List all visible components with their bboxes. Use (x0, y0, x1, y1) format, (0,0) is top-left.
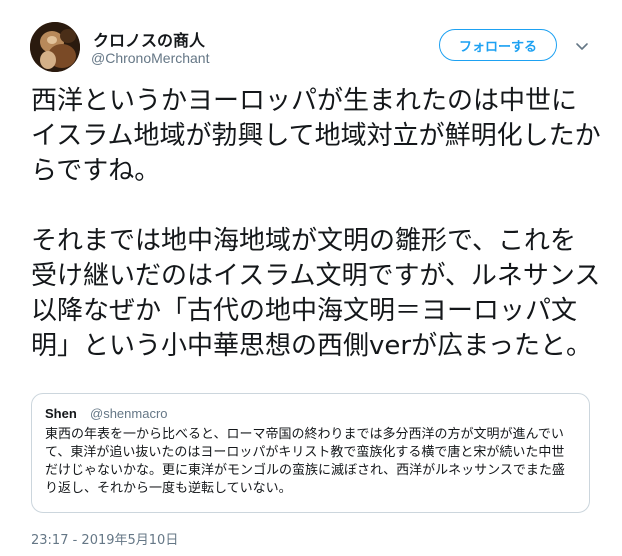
tweet-card: クロノスの商人 @ChronoMerchant フォローする 西洋というかヨーロ… (0, 0, 622, 556)
author-handle[interactable]: @ChronoMerchant (91, 50, 210, 66)
tweet-paragraph: 西洋というかヨーロッパが生まれたのは中世にイスラム地域が勃興して地域対立が鮮明化… (31, 86, 601, 186)
follow-button[interactable]: フォローする (439, 29, 557, 61)
tweet-text: 西洋というかヨーロッパが生まれたのは中世にイスラム地域が勃興して地域対立が鮮明化… (31, 84, 601, 364)
quoted-tweet[interactable]: Shen @shenmacro 東西の年表を一から比べると、ローマ帝国の終わりま… (31, 393, 590, 513)
quoted-author-handle: @shenmacro (90, 406, 168, 421)
chevron-down-icon[interactable] (574, 38, 590, 50)
quoted-author-name: Shen (45, 406, 77, 421)
tweet-timestamp[interactable]: 23:17 - 2019年5月10日 (31, 529, 178, 548)
tweet-paragraph: それまでは地中海地域が文明の雛形で、これを受け継いだのはイスラム文明ですが、ルネ… (31, 226, 601, 361)
author-display-name[interactable]: クロノスの商人 (93, 27, 205, 51)
avatar[interactable] (30, 22, 80, 72)
quoted-tweet-text: 東西の年表を一から比べると、ローマ帝国の終わりまでは多分西洋の方が文明が進んでい… (45, 427, 565, 496)
